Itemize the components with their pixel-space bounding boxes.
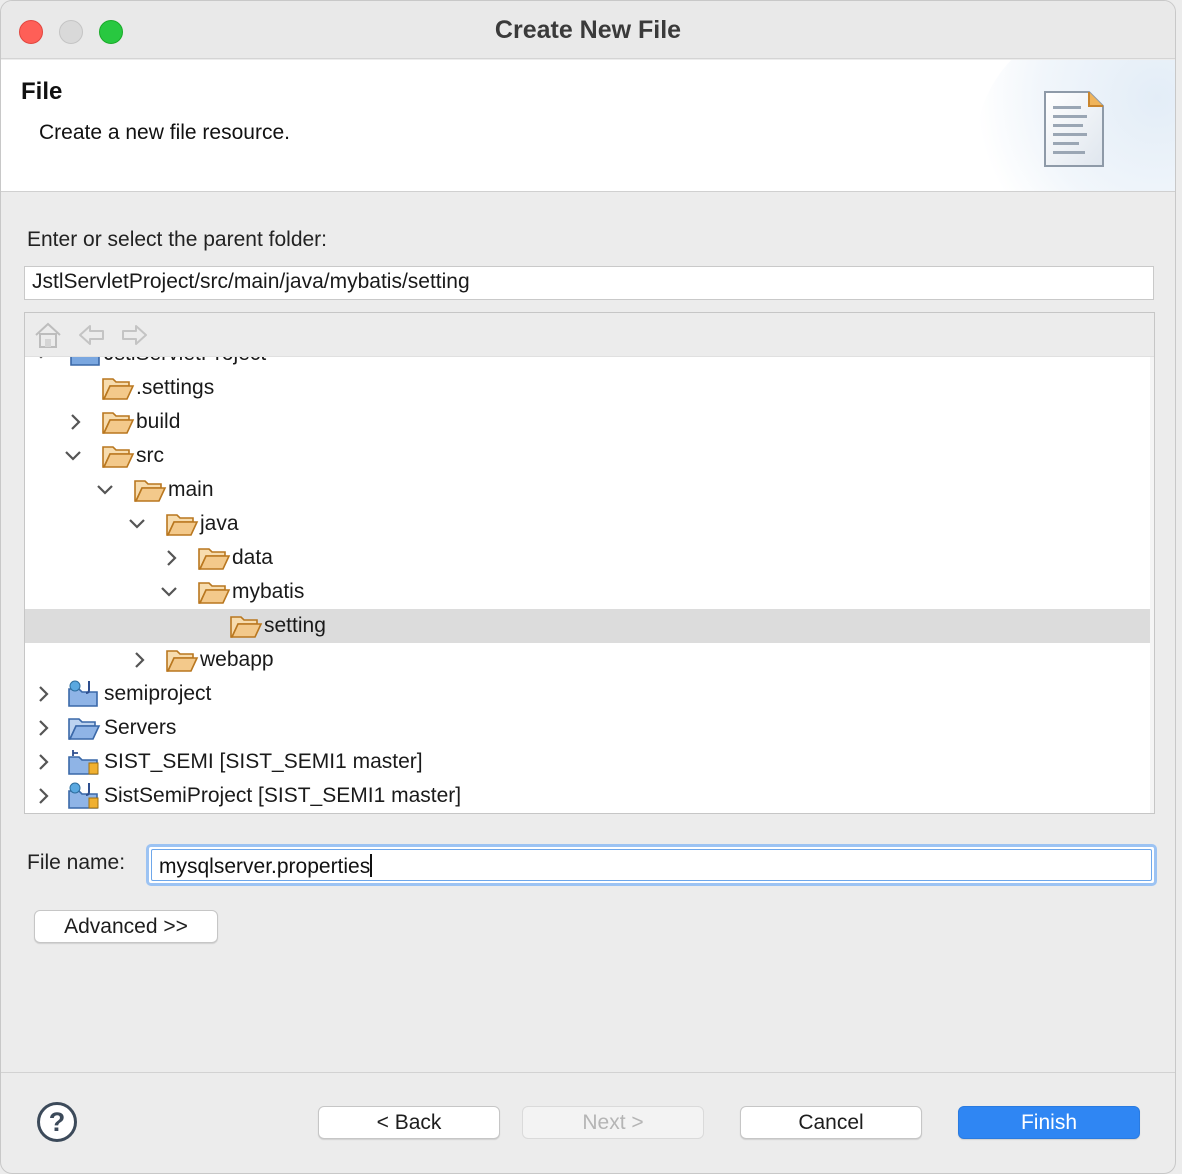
- parent-folder-input[interactable]: JstlServletProject/src/main/java/mybatis…: [24, 266, 1154, 300]
- footer-divider: [1, 1072, 1175, 1073]
- chevron-right-icon[interactable]: [33, 683, 53, 705]
- tree-rows: JstlServletProject .settings build src m…: [25, 357, 1154, 813]
- chevron-down-icon[interactable]: [159, 581, 179, 603]
- folder-open-icon: [102, 378, 135, 400]
- folder-open-icon: [166, 650, 199, 672]
- tree-item-java[interactable]: java: [25, 507, 1152, 541]
- file-name-label: File name:: [27, 851, 126, 874]
- folder-open-icon: [198, 548, 231, 570]
- chevron-right-icon[interactable]: [33, 751, 53, 773]
- finish-button[interactable]: Finish: [958, 1106, 1140, 1139]
- create-new-file-dialog: Create New File File Create a new file r…: [0, 0, 1176, 1174]
- window-title: Create New File: [494, 16, 682, 44]
- tree-item-label: SistSemiProject [SIST_SEMI1 master]: [104, 784, 462, 807]
- tree-item-label: SIST_SEMI [SIST_SEMI1 master]: [104, 750, 423, 773]
- git-project-icon: [68, 750, 99, 775]
- tree-item-sistsemiproject[interactable]: SistSemiProject [SIST_SEMI1 master]: [25, 779, 1152, 813]
- back-arrow-icon[interactable]: [76, 321, 106, 349]
- tree-item-label: Servers: [104, 716, 177, 739]
- chevron-right-icon[interactable]: [33, 785, 53, 807]
- parent-folder-label: Enter or select the parent folder:: [27, 228, 327, 251]
- help-icon[interactable]: ?: [37, 1102, 77, 1142]
- text-caret: [370, 854, 373, 877]
- folder-open-icon: [102, 412, 135, 434]
- chevron-down-icon[interactable]: [31, 357, 51, 365]
- tree-item-label: .settings: [136, 376, 215, 399]
- cancel-button[interactable]: Cancel: [740, 1106, 922, 1139]
- tree-item-label: build: [136, 410, 181, 433]
- file-name-value: mysqlserver.properties: [159, 855, 371, 878]
- tree-item-project[interactable]: JstlServletProject: [25, 357, 1152, 371]
- tree-toolbar: [25, 313, 1154, 357]
- tree-item-src[interactable]: src: [25, 439, 1152, 473]
- folder-open-icon: [166, 514, 199, 536]
- advanced-button[interactable]: Advanced >>: [34, 910, 218, 943]
- tree-item-data[interactable]: data: [25, 541, 1152, 575]
- forward-arrow-icon[interactable]: [120, 321, 150, 349]
- file-name-field[interactable]: mysqlserver.properties: [151, 849, 1152, 881]
- tree-item-label: setting: [264, 614, 326, 637]
- tree-item-sist-semi[interactable]: SIST_SEMI [SIST_SEMI1 master]: [25, 745, 1152, 779]
- tree-scrollbar[interactable]: [1150, 357, 1154, 813]
- folder-open-icon: [198, 582, 231, 604]
- back-button[interactable]: < Back: [318, 1106, 500, 1139]
- chevron-right-icon[interactable]: [129, 649, 149, 671]
- tree-item-label: webapp: [200, 648, 274, 671]
- chevron-down-icon[interactable]: [95, 479, 115, 501]
- project-folder-icon: [68, 718, 101, 740]
- chevron-right-icon[interactable]: [65, 411, 85, 433]
- tree-item-label: data: [232, 546, 273, 569]
- folder-open-icon: [102, 446, 135, 468]
- home-icon[interactable]: [33, 321, 63, 349]
- next-button[interactable]: Next >: [522, 1106, 704, 1139]
- folder-open-icon: [134, 480, 167, 502]
- tree-item-semiproject[interactable]: semiproject: [25, 677, 1152, 711]
- java-project-icon: [70, 357, 100, 366]
- chevron-right-icon[interactable]: [33, 717, 53, 739]
- tree-item-label: JstlServletProject: [104, 357, 266, 366]
- tree-item-mybatis[interactable]: mybatis: [25, 575, 1152, 609]
- tree-item-settings[interactable]: .settings: [25, 371, 1152, 405]
- java-web-project-icon: [68, 680, 98, 707]
- folder-tree[interactable]: JstlServletProject .settings build src m…: [24, 312, 1155, 814]
- tree-item-webapp[interactable]: webapp: [25, 643, 1152, 677]
- tree-item-label: mybatis: [232, 580, 305, 603]
- wizard-banner: File Create a new file resource.: [1, 60, 1175, 192]
- banner-heading: File: [21, 78, 63, 105]
- folder-open-icon: [230, 616, 263, 638]
- title-bar: Create New File: [1, 1, 1175, 59]
- tree-item-label: main: [168, 478, 214, 501]
- tree-item-main[interactable]: main: [25, 473, 1152, 507]
- tree-item-label: java: [200, 512, 239, 535]
- tree-item-setting-selected[interactable]: setting: [25, 609, 1152, 643]
- chevron-down-icon[interactable]: [127, 513, 147, 535]
- tree-item-servers[interactable]: Servers: [25, 711, 1152, 745]
- tree-item-label: semiproject: [104, 682, 212, 705]
- java-git-project-icon: [68, 782, 99, 809]
- banner-description: Create a new file resource.: [39, 121, 290, 144]
- new-file-icon: [1044, 91, 1104, 167]
- tree-item-label: src: [136, 444, 164, 467]
- tree-item-build[interactable]: build: [25, 405, 1152, 439]
- file-name-input[interactable]: mysqlserver.properties: [146, 844, 1157, 886]
- chevron-right-icon[interactable]: [161, 547, 181, 569]
- chevron-down-icon[interactable]: [63, 445, 83, 467]
